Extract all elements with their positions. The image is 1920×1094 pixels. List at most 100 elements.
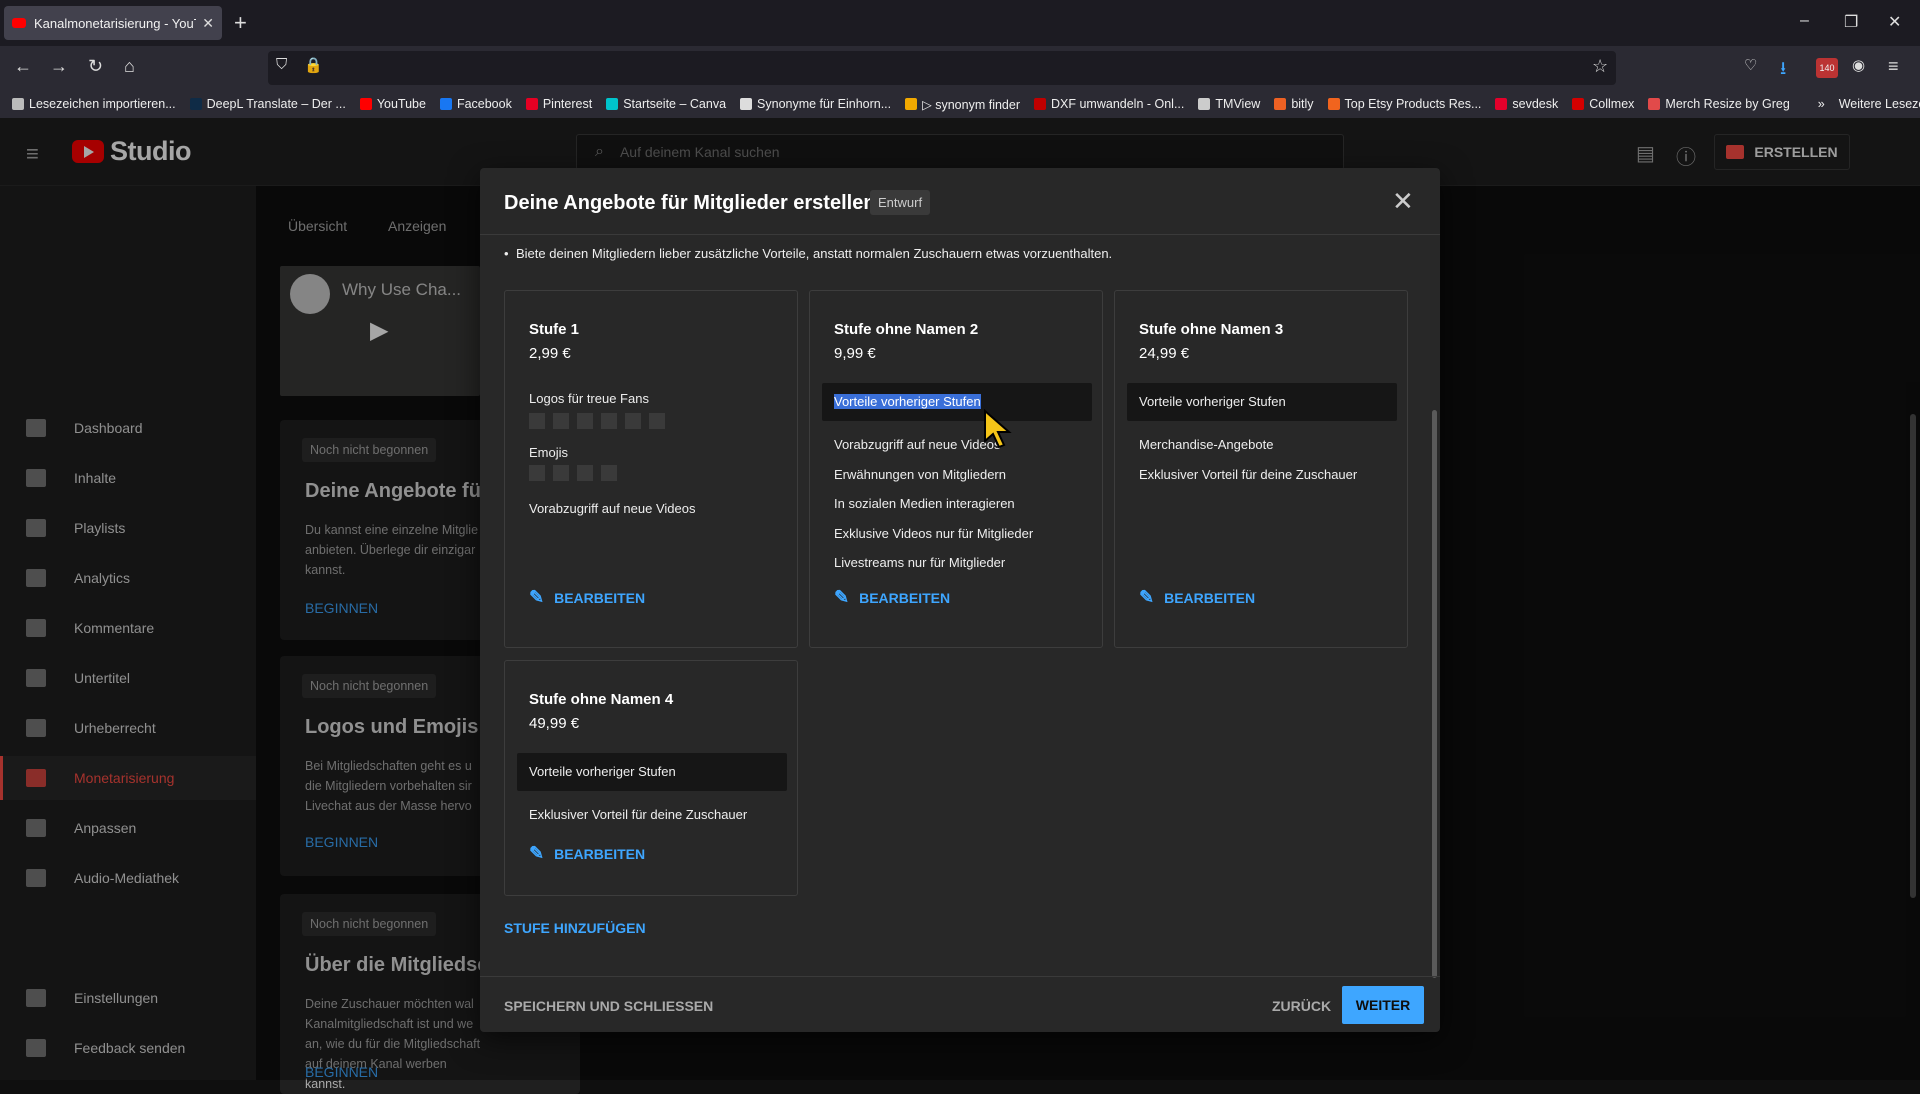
bookmark-item[interactable]: Startseite – Canva <box>606 97 726 111</box>
tab-close-icon[interactable]: ✕ <box>202 15 214 32</box>
bookmark-label: TMView <box>1215 97 1261 111</box>
add-tier-button[interactable]: STUFE HINZUFÜGEN <box>504 920 646 936</box>
url-bar[interactable] <box>268 51 1616 85</box>
bookmark-favicon-icon <box>1327 98 1340 110</box>
bookmark-item[interactable]: Top Etsy Products Res... <box>1327 97 1481 111</box>
edit-tier-button[interactable]: ✎ BEARBEITEN <box>529 587 645 608</box>
perk-item: Erwähnungen von Mitgliedern <box>834 467 1006 482</box>
bookmark-label: Startseite – Canva <box>623 97 727 111</box>
previous-tier-benefits[interactable]: Vorteile vorheriger Stufen <box>822 383 1092 421</box>
bookmark-item[interactable]: Pinterest <box>525 97 592 111</box>
bookmark-item[interactable]: Lesezeichen importieren... <box>12 97 176 111</box>
tier-price: 49,99 € <box>529 715 580 732</box>
previous-benefits-label: Vorteile vorheriger Stufen <box>834 394 981 409</box>
dialog-scrollbar[interactable] <box>1432 410 1437 978</box>
bookmark-item[interactable]: Synonyme für Einhorn... <box>740 97 891 111</box>
pencil-icon: ✎ <box>1139 587 1155 607</box>
membership-offers-dialog: Deine Angebote für Mitglieder erstellen … <box>480 168 1440 1032</box>
perk-item: Exklusiver Vorteil für deine Zuschauer <box>1139 467 1358 482</box>
home-icon[interactable]: ⌂ <box>124 56 135 77</box>
lock-icon[interactable]: 🔒 <box>304 56 323 74</box>
edit-tier-button[interactable]: ✎ BEARBEITEN <box>834 587 950 608</box>
back-button[interactable]: ZURÜCK <box>1272 998 1331 1014</box>
edit-label: BEARBEITEN <box>859 589 951 606</box>
tier-card-3: Stufe ohne Namen 3 24,99 € Vorteile vorh… <box>1114 290 1408 648</box>
save-and-close-button[interactable]: SPEICHERN UND SCHLIESSEN <box>504 998 713 1014</box>
info-bullet: Biete deinen Mitgliedern lieber zusätzli… <box>504 246 1112 261</box>
pencil-icon: ✎ <box>529 587 545 607</box>
perk-item: Vorabzugriff auf neue Videos <box>834 437 1001 452</box>
forward-arrow-icon[interactable]: → <box>50 56 68 77</box>
bookmark-favicon-icon <box>1034 98 1046 110</box>
bookmark-label: DeepL Translate – Der ... <box>206 97 346 111</box>
bookmark-item[interactable]: DXF umwandeln - Onl... <box>1034 97 1184 111</box>
tab-title: Kanalmonetarisierung - YouTube <box>34 15 196 31</box>
bookmark-label: YouTube <box>376 97 426 111</box>
bookmark-item[interactable]: DeepL Translate – Der ... <box>189 97 346 111</box>
more-bookmarks-folder[interactable]: » Weitere Lesezeichen <box>1818 97 1920 111</box>
previous-tier-benefits[interactable]: Vorteile vorheriger Stufen <box>517 753 787 791</box>
back-arrow-icon[interactable]: ← <box>14 56 32 77</box>
tier-name: Stufe ohne Namen 2 <box>834 321 979 338</box>
tier-card-4: Stufe ohne Namen 4 49,99 € Vorteile vorh… <box>504 660 798 896</box>
minimize-icon[interactable]: – <box>1800 12 1809 30</box>
bookmarks-bar: Lesezeichen importieren... DeepL Translat… <box>0 90 1920 118</box>
bookmark-label: bitly <box>1291 97 1314 111</box>
youtube-favicon-icon <box>12 18 26 28</box>
edit-tier-button[interactable]: ✎ BEARBEITEN <box>1139 587 1255 608</box>
shield-icon[interactable]: ⛉ <box>276 56 287 73</box>
bookmark-favicon-icon <box>12 98 24 110</box>
new-tab-button[interactable]: + <box>234 10 247 36</box>
bookmark-label: Facebook <box>456 97 512 111</box>
page-scrollbar[interactable] <box>1910 414 1916 898</box>
bookmark-item[interactable]: sevdesk <box>1495 97 1558 111</box>
bookmark-item[interactable]: Merch Resize by Greg <box>1648 97 1790 111</box>
logo-slot <box>649 413 665 429</box>
logos-label: Logos für treue Fans <box>529 391 649 406</box>
bookmark-item[interactable]: bitly <box>1274 97 1314 111</box>
close-icon[interactable]: ✕ <box>1392 186 1414 217</box>
browser-tab[interactable]: Kanalmonetarisierung - YouTube ✕ <box>4 6 222 40</box>
tier-price: 2,99 € <box>529 345 571 362</box>
reload-icon[interactable]: ↻ <box>88 56 103 77</box>
browser-tab-bar <box>0 0 1920 46</box>
extension-badge[interactable]: 140 <box>1816 58 1838 78</box>
bookmark-item[interactable]: YouTube <box>359 97 426 111</box>
logo-slot <box>577 413 593 429</box>
perk-item: Exklusiver Vorteil für deine Zuschauer <box>529 807 748 822</box>
draft-badge: Entwurf <box>870 190 931 215</box>
bookmark-label: DXF umwandeln - Onl... <box>1051 97 1185 111</box>
extension-icon[interactable]: ◉ <box>1852 56 1865 74</box>
bookmark-favicon-icon <box>606 98 619 110</box>
bookmark-item[interactable]: ▷ synonym finder <box>905 97 1020 112</box>
pocket-icon[interactable]: ♡ <box>1744 56 1757 74</box>
previous-tier-benefits[interactable]: Vorteile vorheriger Stufen <box>1127 383 1397 421</box>
logo-slot <box>553 413 569 429</box>
logo-slot <box>529 413 545 429</box>
bookmark-favicon-icon <box>905 98 918 110</box>
bookmark-item[interactable]: TMView <box>1198 97 1260 111</box>
bookmark-label: Synonyme für Einhorn... <box>757 97 892 111</box>
dialog-title: Deine Angebote für Mitglieder erstellen <box>504 192 876 214</box>
bookmark-favicon-icon <box>1198 98 1211 110</box>
menu-icon[interactable]: ≡ <box>1888 56 1899 77</box>
bookmark-favicon-icon <box>189 98 202 110</box>
bookmark-item[interactable]: Collmex <box>1572 97 1634 111</box>
emoji-slot <box>553 465 569 481</box>
restore-icon[interactable]: ❐ <box>1844 12 1858 32</box>
bookmark-star-icon[interactable]: ☆ <box>1592 56 1608 77</box>
perk-item: Livestreams nur für Mitglieder <box>834 555 1006 570</box>
bookmark-item[interactable]: Facebook <box>439 97 512 111</box>
more-bookmarks-label: Weitere Lesezeichen <box>1838 97 1920 111</box>
tier-price: 24,99 € <box>1139 345 1190 362</box>
pencil-icon: ✎ <box>529 843 545 863</box>
next-button[interactable]: WEITER <box>1342 986 1424 1024</box>
window-close-icon[interactable]: ✕ <box>1888 12 1901 32</box>
bookmark-favicon-icon <box>1274 98 1287 110</box>
emoji-slot <box>529 465 545 481</box>
logo-slot <box>625 413 641 429</box>
emojis-label: Emojis <box>529 445 569 460</box>
download-icon[interactable]: ⭳ <box>1780 56 1786 86</box>
tier-card-1: Stufe 1 2,99 € Logos für treue Fans Emoj… <box>504 290 798 648</box>
edit-tier-button[interactable]: ✎ BEARBEITEN <box>529 843 645 864</box>
